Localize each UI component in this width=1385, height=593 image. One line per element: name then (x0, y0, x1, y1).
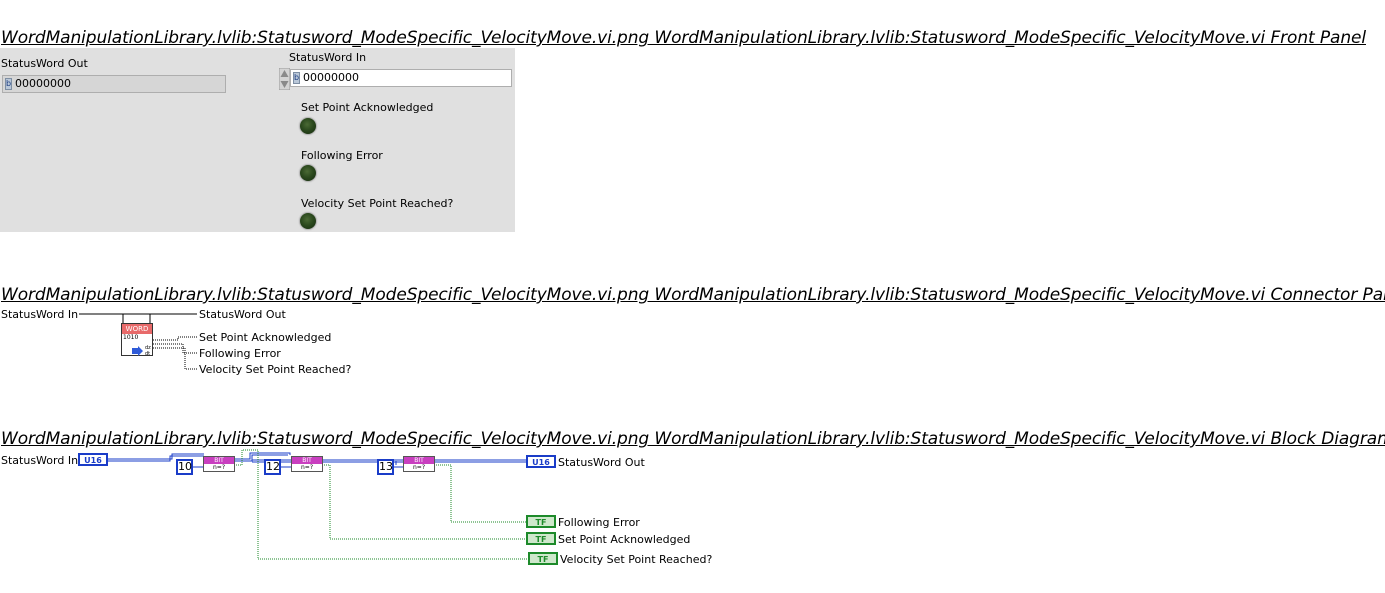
statusword-in-control[interactable]: b 00000000 (290, 69, 512, 87)
statusword-in-terminal[interactable]: U16 (78, 453, 108, 466)
constant-10[interactable]: 10 (176, 459, 193, 475)
bd-set-point-acknowledged-label: Set Point Acknowledged (558, 533, 691, 546)
cp-output-label: StatusWord Out (199, 308, 286, 321)
statusword-out-indicator: b 00000000 (2, 75, 226, 93)
bit-extract-node-2[interactable]: BIT n=? (291, 456, 323, 472)
arrow-right-icon: dz dt (132, 345, 151, 357)
following-error-terminal[interactable]: TF (526, 515, 556, 528)
cp-output-set-point-acknowledged: Set Point Acknowledged (199, 331, 332, 344)
statusword-out-label: StatusWord Out (1, 57, 88, 70)
set-point-acknowledged-terminal[interactable]: TF (526, 532, 556, 545)
bit-fn-body: n=? (212, 464, 225, 471)
cp-output-velocity-set-point-reached: Velocity Set Point Reached? (199, 363, 352, 376)
velocity-set-point-reached-terminal[interactable]: TF (528, 552, 558, 565)
radix-indicator[interactable]: b (5, 78, 12, 90)
bd-input-label: StatusWord In (1, 454, 79, 467)
bit-fn-header: BIT (404, 457, 434, 464)
front-panel-title: WordManipulationLibrary.lvlib:Statusword… (1, 28, 1366, 48)
bit-fn-body: n=? (412, 464, 425, 471)
statusword-in-value[interactable]: 00000000 (303, 71, 359, 84)
radix-indicator[interactable]: b (293, 72, 300, 84)
constant-13[interactable]: 13 (377, 459, 394, 475)
bit-fn-header: BIT (204, 457, 234, 464)
word-icon-body: 1010 (123, 334, 139, 341)
word-icon-header: WORD (122, 324, 152, 334)
word-subvi-icon[interactable]: WORD 1010 dz dt (121, 323, 153, 357)
led-label-set-point-acknowledged: Set Point Acknowledged (301, 101, 434, 114)
cp-input-label: StatusWord In (1, 308, 79, 321)
statusword-out-value: 00000000 (15, 77, 71, 90)
increment-decrement-arrows-icon[interactable] (279, 68, 290, 90)
svg-text:dt: dt (145, 351, 150, 357)
bit-extract-node-3[interactable]: BIT n=? (403, 456, 435, 472)
bd-output-label: StatusWord Out (558, 456, 645, 469)
cp-output-following-error: Following Error (199, 347, 281, 360)
statusword-out-terminal[interactable]: U16 (526, 455, 556, 468)
following-error-led (299, 164, 317, 182)
bd-velocity-set-point-reached-label: Velocity Set Point Reached? (560, 553, 713, 566)
led-label-velocity-set-point-reached: Velocity Set Point Reached? (301, 197, 454, 210)
bit-fn-body: n=? (300, 464, 313, 471)
set-point-acknowledged-led (299, 117, 317, 135)
velocity-set-point-reached-led (299, 212, 317, 230)
constant-12[interactable]: 12 (264, 459, 281, 475)
bit-extract-node-1[interactable]: BIT n=? (203, 456, 235, 472)
led-label-following-error: Following Error (301, 149, 383, 162)
bit-fn-header: BIT (292, 457, 322, 464)
bd-following-error-label: Following Error (558, 516, 640, 529)
statusword-in-label: StatusWord In (289, 51, 367, 64)
connector-pane-title: WordManipulationLibrary.lvlib:Statusword… (1, 285, 1385, 305)
